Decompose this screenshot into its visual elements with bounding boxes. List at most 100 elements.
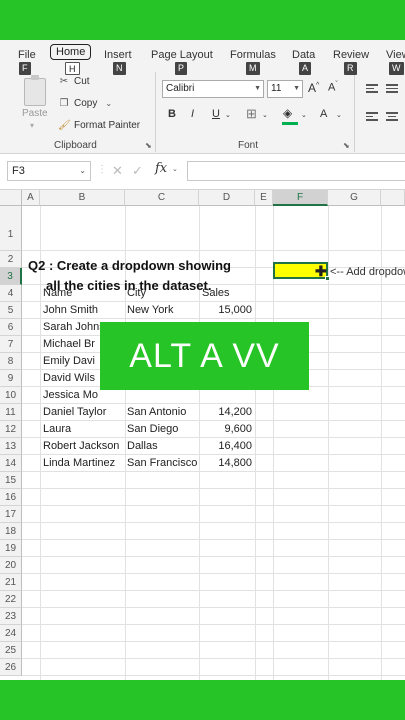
- cut-button[interactable]: ✂ Cut: [58, 76, 90, 87]
- font-color-button[interactable]: A: [320, 108, 327, 120]
- fill-color-icon[interactable]: ◈: [283, 106, 292, 120]
- column-header-f[interactable]: F: [273, 190, 328, 206]
- cell-sales[interactable]: [199, 389, 252, 403]
- tab-data[interactable]: Data: [292, 49, 315, 61]
- keytip-file: F: [19, 62, 31, 75]
- dialog-launcher-icon[interactable]: ⬊: [145, 141, 152, 150]
- cell-sales[interactable]: 15,000: [199, 304, 252, 318]
- font-name-select[interactable]: Calibri ▼: [162, 80, 264, 98]
- cell-sales[interactable]: 14,200: [199, 406, 252, 420]
- tab-file[interactable]: File: [18, 49, 36, 61]
- chevron-down-icon[interactable]: ▾: [30, 121, 34, 130]
- underline-button[interactable]: U: [212, 108, 220, 120]
- row-header-12[interactable]: 12: [0, 421, 22, 438]
- worksheet-grid[interactable]: A B C D E F G 1 2 3 4 5 6 7 8 9 10 11 12 13 14 15 16 17 1…: [0, 190, 405, 680]
- column-header-e[interactable]: E: [255, 190, 273, 206]
- cell-sales[interactable]: 9,600: [199, 423, 252, 437]
- tab-insert[interactable]: Insert: [104, 49, 132, 61]
- row-header-10[interactable]: 10: [0, 387, 22, 404]
- tab-view[interactable]: View: [386, 49, 405, 61]
- row-header-16[interactable]: 16: [0, 489, 22, 506]
- row-header-25[interactable]: 25: [0, 642, 22, 659]
- bold-button[interactable]: B: [168, 108, 176, 120]
- cell-sales[interactable]: 14,800: [199, 457, 252, 471]
- cell-sales[interactable]: 16,400: [199, 440, 252, 454]
- gridline: [22, 658, 405, 659]
- column-header-g[interactable]: G: [328, 190, 381, 206]
- tab-page-layout[interactable]: Page Layout: [151, 49, 213, 61]
- row-header-5[interactable]: 5: [0, 302, 22, 319]
- row-header-11[interactable]: 11: [0, 404, 22, 421]
- chevron-down-icon[interactable]: ⌄: [301, 111, 307, 119]
- format-painter-button[interactable]: 🖌 Format Painter: [58, 120, 140, 131]
- divider: [354, 72, 355, 152]
- cell-city[interactable]: [127, 389, 198, 403]
- gridline: [22, 505, 405, 506]
- chevron-down-icon[interactable]: ⌄: [336, 111, 342, 119]
- tab-home[interactable]: Home: [50, 44, 92, 60]
- align-left-icon[interactable]: [366, 112, 378, 122]
- dialog-launcher-icon[interactable]: ⬊: [343, 141, 350, 150]
- row-header-2[interactable]: 2: [0, 251, 22, 268]
- column-header-b[interactable]: B: [40, 190, 125, 206]
- formula-input[interactable]: [187, 161, 405, 181]
- row-header-8[interactable]: 8: [0, 353, 22, 370]
- column-header-d[interactable]: D: [199, 190, 255, 206]
- chevron-down-icon[interactable]: ⌄: [225, 111, 231, 119]
- row-header-3[interactable]: 3: [0, 268, 22, 285]
- cell-city[interactable]: Dallas: [127, 440, 198, 454]
- chevron-down-icon[interactable]: ⌄: [262, 111, 268, 119]
- copy-button[interactable]: ❐ Copy ⌄: [58, 98, 113, 109]
- row-header-20[interactable]: 20: [0, 557, 22, 574]
- column-header-c[interactable]: C: [125, 190, 199, 206]
- clipboard-group-label: Clipboard: [54, 140, 97, 151]
- italic-button[interactable]: I: [191, 108, 194, 120]
- paste-label: Paste: [22, 108, 48, 119]
- row-header-19[interactable]: 19: [0, 540, 22, 557]
- row-header-9[interactable]: 9: [0, 370, 22, 387]
- cell-name[interactable]: Daniel Taylor: [43, 406, 124, 420]
- borders-icon[interactable]: ⊞: [246, 106, 257, 122]
- align-top-icon[interactable]: [366, 84, 378, 94]
- row-header-14[interactable]: 14: [0, 455, 22, 472]
- column-header-a[interactable]: A: [22, 190, 40, 206]
- header-cell-sales[interactable]: Sales: [202, 287, 252, 301]
- tab-review[interactable]: Review: [333, 49, 369, 61]
- name-box[interactable]: F3 ⌄: [7, 161, 91, 181]
- row-header-7[interactable]: 7: [0, 336, 22, 353]
- cell-city[interactable]: San Antonio: [127, 406, 198, 420]
- row-header-15[interactable]: 15: [0, 472, 22, 489]
- cell-name[interactable]: Laura: [43, 423, 124, 437]
- header-cell-name[interactable]: Name: [43, 287, 123, 301]
- enter-icon[interactable]: ✓: [132, 163, 143, 179]
- cell-name[interactable]: Jessica Mo: [43, 389, 124, 403]
- row-header-21[interactable]: 21: [0, 574, 22, 591]
- row-header-22[interactable]: 22: [0, 591, 22, 608]
- insert-function-button[interactable]: fx: [155, 161, 167, 176]
- row-header-4[interactable]: 4: [0, 285, 22, 302]
- row-header-13[interactable]: 13: [0, 438, 22, 455]
- grow-font-button[interactable]: A^: [308, 81, 319, 95]
- cell-city[interactable]: New York: [127, 304, 198, 318]
- row-header-23[interactable]: 23: [0, 608, 22, 625]
- cell-name[interactable]: John Smith: [43, 304, 124, 318]
- align-center-icon[interactable]: [386, 112, 398, 122]
- row-header-24[interactable]: 24: [0, 625, 22, 642]
- header-cell-city[interactable]: City: [127, 287, 197, 301]
- row-header-18[interactable]: 18: [0, 523, 22, 540]
- font-size-select[interactable]: 11 ▼: [267, 80, 303, 98]
- cell-name[interactable]: Robert Jackson: [43, 440, 124, 454]
- row-header-17[interactable]: 17: [0, 506, 22, 523]
- tab-formulas[interactable]: Formulas: [230, 49, 276, 61]
- cell-city[interactable]: San Francisco: [127, 457, 198, 471]
- row-header-26[interactable]: 26: [0, 659, 22, 676]
- row-header-1[interactable]: 1: [0, 206, 22, 251]
- shrink-font-button[interactable]: Aˇ: [328, 81, 338, 94]
- cell-city[interactable]: San Diego: [127, 423, 198, 437]
- cancel-icon[interactable]: ✕: [112, 163, 123, 179]
- row-header-6[interactable]: 6: [0, 319, 22, 336]
- select-all-corner[interactable]: [0, 190, 22, 206]
- align-middle-icon[interactable]: [386, 84, 398, 94]
- column-header-h[interactable]: [381, 190, 405, 206]
- cell-name[interactable]: Linda Martinez: [43, 457, 124, 471]
